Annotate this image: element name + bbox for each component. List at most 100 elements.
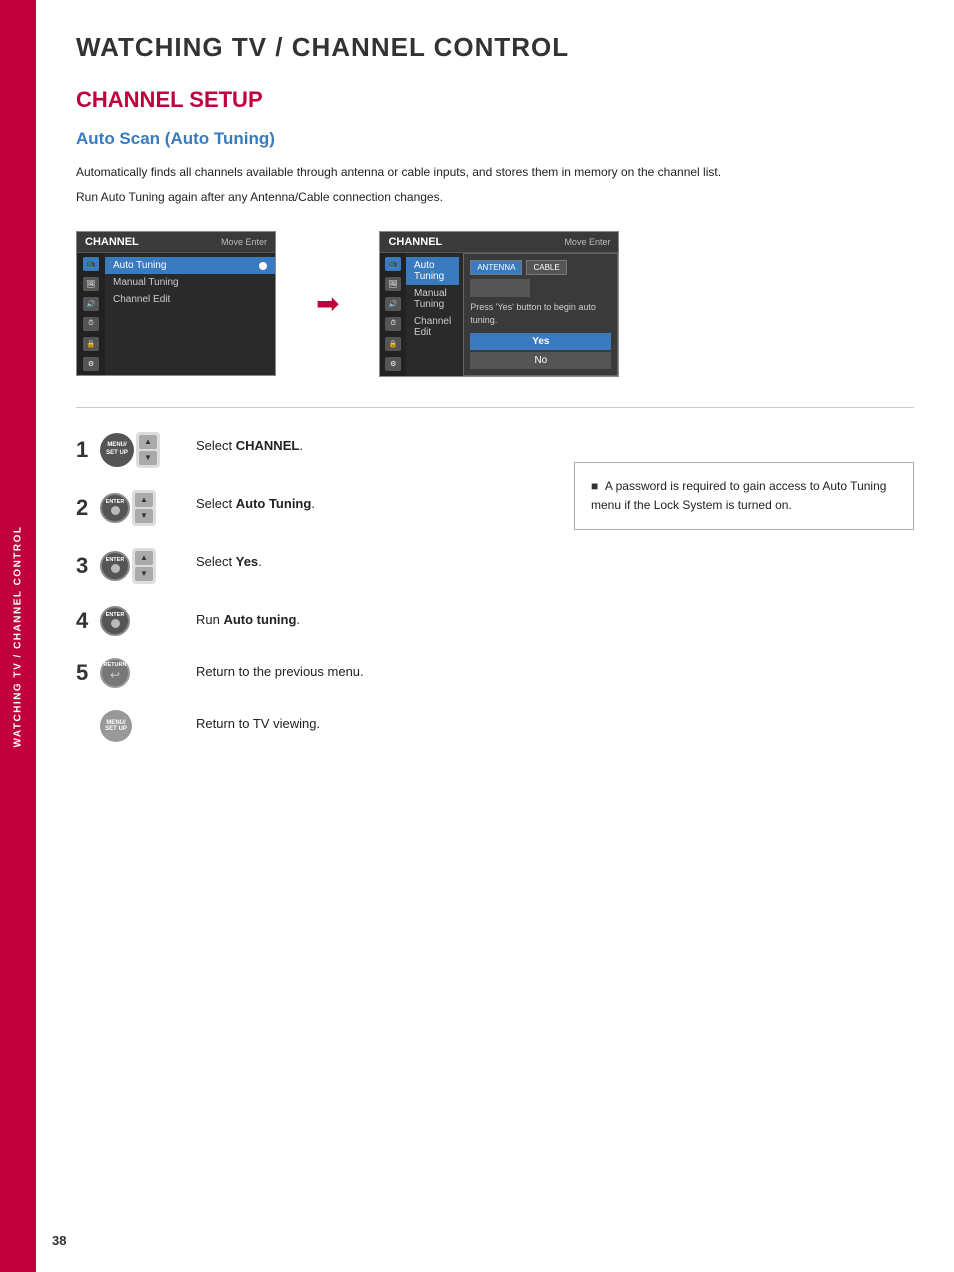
enter-label-2: ENTER: [106, 500, 125, 506]
menu-item-manual-tuning-2: Manual Tuning: [406, 285, 459, 313]
icon-picture: 🖼: [83, 277, 99, 291]
tv-menu-2-icons: 📺 🖼 🔊 ⏱ 🔒 ⚙: [380, 253, 405, 375]
icon-lock: 🔒: [83, 337, 99, 351]
step-2-text: Select Auto Tuning.: [196, 490, 315, 514]
icon-time-2: ⏱: [385, 317, 401, 331]
divider: [76, 407, 914, 408]
tv-menu-2-items: Auto Tuning Manual Tuning Channel Edit: [406, 253, 459, 375]
tv-menu-2-nav: Move Enter: [564, 237, 610, 247]
page-title: WATCHING TV / CHANNEL CONTROL: [76, 32, 914, 63]
note-bullet: ■: [591, 479, 598, 493]
step-2: 2 ENTER ▲ ▼ Select Auto Tuning.: [76, 490, 544, 526]
nav-arrows-1[interactable]: ▲ ▼: [136, 432, 160, 468]
step-4-number-area: 4 ENTER: [76, 606, 186, 636]
step-5: 5 RETURN ↩ Return to the previous menu.: [76, 658, 544, 688]
no-button-tv: No: [470, 352, 611, 369]
tv-menu-1-nav: Move Enter: [221, 237, 267, 247]
icon-sound-2: 🔊: [385, 297, 401, 311]
arrow-up-3[interactable]: ▲: [135, 551, 153, 565]
step-3-number-area: 3 ENTER ▲ ▼: [76, 548, 186, 584]
enter-label-4: ENTER: [106, 613, 125, 619]
tv-menu-1: CHANNEL Move Enter 📺 🖼 🔊 ⏱ 🔒 ⚙ Auto Tuni…: [76, 231, 276, 376]
tv-menu-1-title: CHANNEL: [85, 236, 139, 248]
enter-dot-3: [111, 564, 120, 573]
menu-item-auto-tuning-1: Auto Tuning: [105, 257, 275, 274]
step-6-text: Return to TV viewing.: [196, 710, 320, 734]
tv-menu-2-title: CHANNEL: [388, 236, 442, 248]
step-4-text: Run Auto tuning.: [196, 606, 300, 630]
menu-setup-button-2[interactable]: MENU/SET UP: [100, 710, 132, 742]
step-3-text: Select Yes.: [196, 548, 262, 572]
icon-time: ⏱: [83, 317, 99, 331]
description-line2: Run Auto Tuning again after any Antenna/…: [76, 188, 914, 207]
step-3-bold: Yes: [236, 554, 258, 569]
tv-menu-1-items: Auto Tuning Manual Tuning Channel Edit: [105, 253, 275, 375]
arrow-right: ➡: [316, 287, 339, 320]
step-1-bold: CHANNEL: [236, 438, 300, 453]
arrow-up-1[interactable]: ▲: [139, 435, 157, 449]
progress-bar: [470, 279, 530, 297]
step-3: 3 ENTER ▲ ▼ Select Yes.: [76, 548, 544, 584]
step-1-text: Select CHANNEL.: [196, 432, 303, 456]
subsection-title: Auto Scan (Auto Tuning): [76, 129, 914, 149]
step-3-number: 3: [76, 555, 94, 577]
step-1-buttons: MENU/SET UP ▲ ▼: [100, 432, 160, 468]
menu-item-manual-tuning-1: Manual Tuning: [105, 274, 275, 291]
step-5-buttons: RETURN ↩: [100, 658, 130, 688]
nav-arrows-3[interactable]: ▲ ▼: [132, 548, 156, 584]
cable-btn: CABLE: [526, 260, 566, 275]
tv-menu-1-icons: 📺 🖼 🔊 ⏱ 🔒 ⚙: [77, 253, 105, 375]
tv-submenu: ANTENNA CABLE Press 'Yes' button to begi…: [463, 253, 618, 375]
step-4-bold: Auto tuning: [223, 612, 296, 627]
menu-item-channel-edit-1: Channel Edit: [105, 291, 275, 308]
step-2-number: 2: [76, 497, 94, 519]
step-5-number: 5: [76, 662, 94, 684]
nav-arrows-2[interactable]: ▲ ▼: [132, 490, 156, 526]
icon-channel-2: 📺: [385, 257, 401, 271]
enter-button-2[interactable]: ENTER: [100, 493, 130, 523]
sidebar: WATCHING TV / CHANNEL CONTROL: [0, 0, 36, 1272]
arrow-down-3[interactable]: ▼: [135, 567, 153, 581]
yes-button-tv: Yes: [470, 333, 611, 350]
menu-item-auto-tuning-2: Auto Tuning: [406, 257, 459, 285]
note-text: A password is required to gain access to…: [591, 479, 886, 512]
icon-option: ⚙: [83, 357, 99, 371]
enter-button-4[interactable]: ENTER: [100, 606, 130, 636]
enter-dot-2: [111, 506, 120, 515]
step-2-bold: Auto Tuning: [236, 496, 312, 511]
icon-option-2: ⚙: [385, 357, 401, 371]
enter-label-3: ENTER: [106, 558, 125, 564]
page-number: 38: [36, 1233, 66, 1248]
icon-channel: 📺: [83, 257, 99, 271]
tv-menu-2-header: CHANNEL Move Enter: [380, 232, 618, 253]
section-title: CHANNEL SETUP: [76, 87, 914, 113]
note-box: ■ A password is required to gain access …: [574, 462, 914, 530]
step-1-number-area: 1 MENU/SET UP ▲ ▼: [76, 432, 186, 468]
tv-menu-2: CHANNEL Move Enter 📺 🖼 🔊 ⏱ 🔒 ⚙ Auto Tuni…: [379, 231, 619, 376]
return-arrow-icon: ↩: [110, 668, 120, 682]
tv-menu-1-header: CHANNEL Move Enter: [77, 232, 275, 253]
step-6: 6 MENU/SET UP Return to TV viewing.: [76, 710, 544, 742]
enter-dot-4: [111, 619, 120, 628]
submenu-options-row: ANTENNA CABLE: [470, 260, 611, 275]
icon-lock-2: 🔒: [385, 337, 401, 351]
step-6-buttons: MENU/SET UP: [100, 710, 132, 742]
icon-picture-2: 🖼: [385, 277, 401, 291]
step-2-buttons: ENTER ▲ ▼: [100, 490, 156, 526]
steps-area: 1 MENU/SET UP ▲ ▼ Select CHANNEL.: [76, 432, 914, 764]
tv-menu-1-body: 📺 🖼 🔊 ⏱ 🔒 ⚙ Auto Tuning Manual Tuning: [77, 253, 275, 375]
icon-sound: 🔊: [83, 297, 99, 311]
enter-button-3[interactable]: ENTER: [100, 551, 130, 581]
step-3-buttons: ENTER ▲ ▼: [100, 548, 156, 584]
step-4-number: 4: [76, 610, 94, 632]
arrow-down-1[interactable]: ▼: [139, 451, 157, 465]
screenshots-area: CHANNEL Move Enter 📺 🖼 🔊 ⏱ 🔒 ⚙ Auto Tuni…: [76, 231, 914, 376]
menu-setup-button-1[interactable]: MENU/SET UP: [100, 433, 134, 467]
arrow-down-2[interactable]: ▼: [135, 509, 153, 523]
return-button[interactable]: RETURN ↩: [100, 658, 130, 688]
step-6-number-area: 6 MENU/SET UP: [76, 710, 186, 742]
arrow-up-2[interactable]: ▲: [135, 493, 153, 507]
tv-menu-2-body: 📺 🖼 🔊 ⏱ 🔒 ⚙ Auto Tuning Manual Tuning: [380, 253, 618, 375]
step-1: 1 MENU/SET UP ▲ ▼ Select CHANNEL.: [76, 432, 544, 468]
description-line1: Automatically finds all channels availab…: [76, 163, 914, 182]
